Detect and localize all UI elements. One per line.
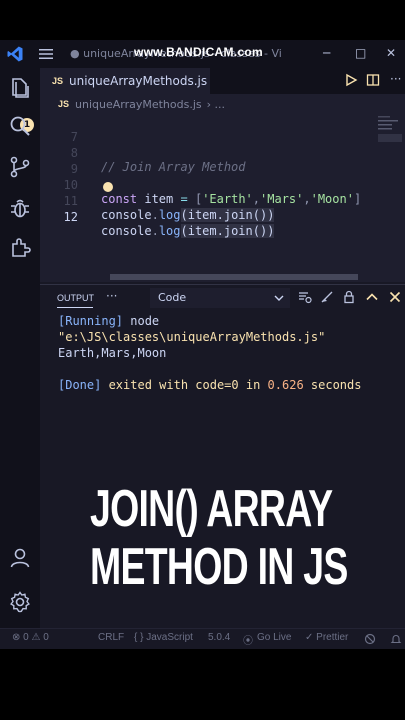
status-bar: ⊗ 0 ⚠ 0 CRLF { } JavaScript 5.0.4 ⦿ Go L… [0, 628, 405, 649]
overlay-caption-line2: METHOD IN JS [90, 538, 348, 596]
chevron-down-icon [274, 295, 284, 301]
code-line: 11 console.log(item.join()) [40, 180, 405, 222]
tab-uniqueArrayMethods[interactable]: JS uniqueArrayMethods.js [40, 68, 210, 94]
output-channel-value: Code [158, 291, 187, 304]
breadcrumb-file[interactable]: uniqueArrayMethods.js [75, 98, 202, 111]
settings-gear-icon[interactable] [8, 590, 32, 614]
function-token: log [158, 224, 181, 238]
exit-code: code=0 [195, 378, 239, 392]
running-command: node [123, 314, 160, 328]
breadcrumb: JS uniqueArrayMethods.js › ... [40, 94, 405, 114]
more-actions-icon[interactable]: ··· [390, 72, 401, 86]
args-token: (item.join()) [180, 224, 275, 238]
source-control-icon[interactable] [8, 155, 32, 179]
minimize-button[interactable]: ─ [323, 46, 330, 60]
filter-list-icon[interactable] [298, 290, 312, 304]
split-editor-icon[interactable] [366, 73, 380, 87]
code-line: 9 [40, 148, 405, 176]
code-line: 10 const item = ['Earth','Mars','Moon'] [40, 164, 405, 206]
done-text: exited with [101, 378, 196, 392]
feedback-icon[interactable] [364, 633, 376, 645]
line-number: 12 [63, 210, 78, 224]
js-file-icon: JS [58, 99, 70, 109]
done-text: seconds [303, 378, 362, 392]
breadcrumb-separator[interactable]: › ... [207, 98, 225, 111]
done-tag: [Done] [58, 378, 102, 392]
close-panel-icon[interactable] [388, 290, 402, 304]
close-window-button[interactable]: ✕ [386, 46, 396, 60]
code-line-active: 12 console.log(item.join()) [40, 196, 405, 238]
lock-scroll-icon[interactable] [342, 290, 356, 304]
bandicam-watermark: www.BANDICAM.com [134, 45, 264, 59]
minimap[interactable] [378, 114, 402, 144]
dot-token: . [151, 224, 159, 238]
code-line: 8 // Join Array Method [40, 132, 405, 174]
output-result: Earth,Mars,Moon [58, 346, 167, 360]
horizontal-scrollbar[interactable] [110, 274, 358, 280]
hamburger-menu-icon[interactable] [38, 46, 54, 62]
running-tag: [Running] [58, 314, 124, 328]
go-live-icon[interactable]: ⦿ [243, 632, 253, 647]
output-path: "e:\JS\classes\uniqueArrayMethods.js" [58, 330, 326, 344]
done-text: in [238, 378, 268, 392]
editor-tab-bar: JS uniqueArrayMethods.js ··· [40, 68, 405, 94]
lightbulb-icon[interactable] [103, 182, 113, 192]
js-file-icon: JS [52, 76, 64, 86]
notifications-bell-icon[interactable] [390, 633, 402, 645]
prettier-status[interactable]: ✓ Prettier [305, 632, 348, 643]
line-ending[interactable]: CRLF [98, 632, 124, 643]
run-debug-icon[interactable] [8, 196, 32, 220]
object-token: console [101, 224, 152, 238]
run-code-icon[interactable] [344, 73, 358, 87]
extensions-icon[interactable] [8, 236, 32, 260]
panel-header: OUTPUT ··· Code [40, 285, 405, 311]
account-icon[interactable] [8, 546, 32, 570]
search-icon[interactable] [8, 114, 32, 138]
code-content: console.log(item.join()) [101, 224, 275, 238]
output-channel-select[interactable]: Code [150, 288, 290, 308]
active-tab-indicator [57, 307, 93, 308]
explorer-files-icon[interactable] [8, 76, 32, 100]
output-line: [Done] exited with code=0 in 0.626 secon… [58, 378, 361, 392]
tab-label: uniqueArrayMethods.js [69, 74, 208, 88]
ts-version[interactable]: 5.0.4 [208, 632, 230, 643]
title-bar: ● uniqueArrayMethods.js - classes - Vi w… [0, 40, 405, 68]
output-line: [Running] node [58, 314, 159, 328]
elapsed-time: 0.626 [267, 378, 304, 392]
maximize-panel-chevron-up-icon[interactable] [365, 290, 379, 304]
overlay-caption-line1: JOIN() ARRAY [90, 480, 333, 538]
code-line: 7 [40, 116, 405, 144]
clear-output-icon[interactable] [320, 290, 334, 304]
language-mode[interactable]: { } JavaScript [134, 632, 193, 643]
output-panel: OUTPUT ··· Code [Running] node "e:\JS\cl… [40, 284, 405, 629]
panel-more-icon[interactable]: ··· [106, 289, 117, 303]
maximize-button[interactable]: □ [355, 46, 366, 60]
code-editor[interactable]: 7 8 // Join Array Method 9 10 const item… [40, 114, 405, 282]
activity-bar: 1 [0, 68, 40, 648]
vscode-window: ● uniqueArrayMethods.js - classes - Vi w… [0, 40, 405, 649]
problems-count[interactable]: ⊗ 0 ⚠ 0 [12, 632, 49, 643]
tab-output[interactable]: OUTPUT [57, 293, 94, 303]
go-live-button[interactable]: Go Live [257, 632, 291, 643]
vscode-logo-icon [7, 46, 23, 62]
